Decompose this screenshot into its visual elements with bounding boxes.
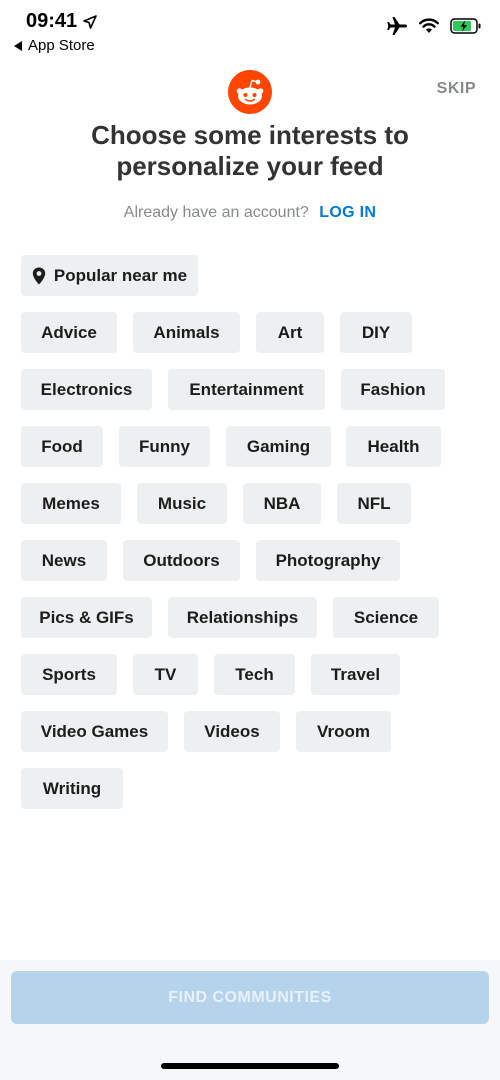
chip-row: Food Funny Gaming Health <box>21 426 481 467</box>
chip-videos[interactable]: Videos <box>184 711 280 752</box>
chip-news[interactable]: News <box>21 540 107 581</box>
account-prompt-text: Already have an account? <box>123 204 309 221</box>
time-text: 09:41 <box>26 10 78 32</box>
onboarding-screen: 09:41 App Store SKIP Choose some interes… <box>0 0 500 1080</box>
status-time: 09:41 <box>26 10 97 33</box>
location-arrow-icon <box>83 14 97 29</box>
chip-row: Electronics Entertainment Fashion <box>21 369 481 410</box>
snoo-icon <box>236 79 264 105</box>
chip-tech[interactable]: Tech <box>214 654 295 695</box>
chip-diy[interactable]: DIY <box>340 312 412 353</box>
chip-row: Writing <box>21 768 481 809</box>
chip-tv[interactable]: TV <box>133 654 198 695</box>
location-pin-icon <box>32 267 46 284</box>
chip-photography[interactable]: Photography <box>256 540 400 581</box>
chip-fashion[interactable]: Fashion <box>341 369 445 410</box>
chip-science[interactable]: Science <box>333 597 439 638</box>
chip-row: Video Games Videos Vroom <box>21 711 481 752</box>
chip-popular-near-me[interactable]: Popular near me <box>21 255 198 296</box>
chip-relationships[interactable]: Relationships <box>168 597 317 638</box>
status-bar: 09:41 App Store <box>0 0 500 60</box>
chip-travel[interactable]: Travel <box>311 654 400 695</box>
chip-video-games[interactable]: Video Games <box>21 711 168 752</box>
chip-row: News Outdoors Photography <box>21 540 481 581</box>
chip-writing[interactable]: Writing <box>21 768 123 809</box>
chip-label: Popular near me <box>53 265 188 285</box>
chip-row: Sports TV Tech Travel <box>21 654 481 695</box>
title-line-1: Choose some interests to <box>91 120 409 150</box>
page-title: Choose some interests to personalize you… <box>0 120 500 182</box>
chip-row: Advice Animals Art DIY <box>21 312 481 353</box>
chip-sports[interactable]: Sports <box>21 654 117 695</box>
chip-row: Pics & GIFs Relationships Science <box>21 597 481 638</box>
chip-row: Memes Music NBA NFL <box>21 483 481 524</box>
chip-memes[interactable]: Memes <box>21 483 121 524</box>
chip-art[interactable]: Art <box>256 312 324 353</box>
chip-entertainment[interactable]: Entertainment <box>168 369 325 410</box>
chip-food[interactable]: Food <box>21 426 103 467</box>
airplane-icon <box>387 17 407 35</box>
chip-pics-gifs[interactable]: Pics & GIFs <box>21 597 152 638</box>
battery-charging-icon <box>450 18 481 34</box>
chip-gaming[interactable]: Gaming <box>226 426 331 467</box>
bottom-bar: FIND COMMUNITIES <box>0 960 500 1080</box>
find-communities-button[interactable]: FIND COMMUNITIES <box>11 971 489 1024</box>
reddit-logo-icon <box>228 70 272 114</box>
title-line-2: personalize your feed <box>116 151 384 181</box>
status-indicators <box>386 16 482 36</box>
chip-outdoors[interactable]: Outdoors <box>123 540 240 581</box>
chip-advice[interactable]: Advice <box>21 312 117 353</box>
home-indicator[interactable] <box>161 1063 339 1069</box>
chip-funny[interactable]: Funny <box>119 426 210 467</box>
chip-electronics[interactable]: Electronics <box>21 369 152 410</box>
back-caret-icon <box>14 40 22 51</box>
chip-nfl[interactable]: NFL <box>337 483 411 524</box>
chip-nba[interactable]: NBA <box>243 483 321 524</box>
chip-health[interactable]: Health <box>346 426 441 467</box>
chip-animals[interactable]: Animals <box>133 312 240 353</box>
login-link[interactable]: LOG IN <box>319 204 376 221</box>
chip-row: Popular near me <box>21 255 481 296</box>
login-prompt: Already have an account? LOG IN <box>0 204 500 222</box>
back-app-label: App Store <box>28 37 95 54</box>
interests-chip-list: Popular near me Advice Animals Art DIY E… <box>21 255 481 825</box>
chip-music[interactable]: Music <box>137 483 227 524</box>
back-to-app-store[interactable]: App Store <box>14 37 95 54</box>
chip-vroom[interactable]: Vroom <box>296 711 391 752</box>
wifi-icon <box>419 18 439 33</box>
skip-button[interactable]: SKIP <box>437 80 476 98</box>
